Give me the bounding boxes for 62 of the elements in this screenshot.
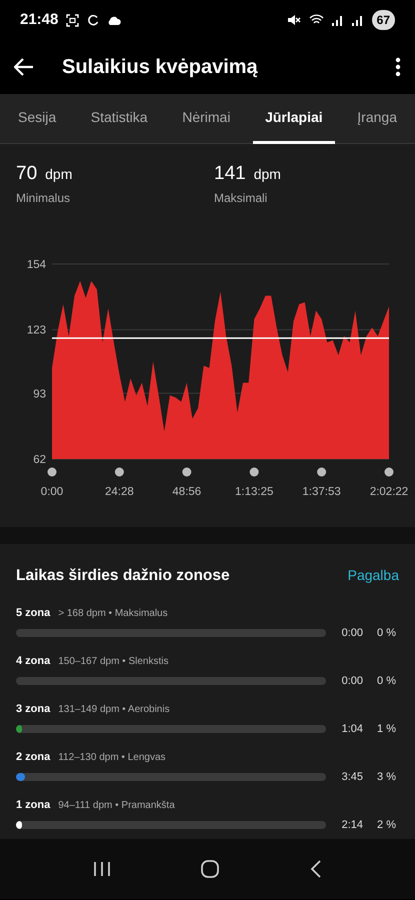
wifi-icon [308,14,324,26]
y-axis-label: 62 [33,454,46,466]
x-axis-label: 1:13:25 [235,486,274,498]
more-options-icon[interactable] [395,57,401,77]
zone-name: 4 zona [16,654,50,670]
stat-unit: dpm [45,166,72,182]
section-title: Laikas širdies dažnio zonose [16,566,230,586]
zone-percent: 2 % [376,818,396,833]
zone-percent: 0 % [376,626,396,641]
cloud-icon [107,16,122,24]
signal-icon [352,14,364,26]
zone-time: 3:45 [340,770,363,785]
back-icon[interactable] [310,860,322,878]
timeline-dot[interactable] [317,467,326,476]
zone-name: 1 zona [16,798,50,814]
signal-icon [332,14,344,26]
x-axis-label: 24:28 [105,486,134,498]
x-axis-label: 0:00 [40,486,64,498]
zone-percent: 0 % [376,674,396,689]
zone-range: 112–130 dpm • Lengvas [58,751,166,766]
zone-name: 2 zona [16,750,50,766]
help-link[interactable]: Pagalba [348,565,399,586]
zone-time: 2:14 [340,818,363,833]
x-axis-label: 1:37:53 [302,486,341,498]
zone-percent: 1 % [376,722,396,737]
stat-value: 141 [214,163,246,184]
stat-label: Maksimali [214,190,268,206]
timeline-dot[interactable] [250,467,259,476]
zone-time: 0:00 [340,626,363,641]
tab[interactable]: Nėrimai [170,94,242,144]
home-icon[interactable] [200,859,220,879]
battery-level: 67 [372,10,395,30]
x-axis-label: 48:56 [172,486,202,498]
zone-time: 0:00 [340,674,363,689]
zone-range: 131–149 dpm • Aerobinis [58,703,170,718]
zone-percent: 3 % [376,770,396,785]
tab[interactable]: Statistika [78,94,160,144]
timeline-dot[interactable] [114,467,124,476]
zone-range: 94–111 dpm • Pramankšta [58,799,175,814]
stat-unit: dpm [254,166,281,182]
timeline-dot[interactable] [384,467,394,476]
tab[interactable]: Sesija [6,94,68,144]
zone-name: 3 zona [16,702,50,718]
back-arrow-icon[interactable] [14,58,34,76]
screen-title: Sulaikius kvėpavimą [62,55,259,80]
stat-value: 70 [16,163,38,184]
zone-time: 1:04 [340,722,363,737]
mute-icon [286,14,301,26]
y-axis-label: 154 [26,258,46,270]
screenshot-icon [66,14,80,26]
stat-label: Minimalus [16,190,72,206]
x-axis-label: 2:02:22 [370,486,408,498]
status-time: 21:48 [20,10,58,30]
y-axis-label: 93 [33,388,46,400]
zone-range: 150–167 dpm • Slenkstis [58,655,168,670]
timeline-dot[interactable] [48,467,56,476]
recent-apps-icon[interactable] [92,861,111,877]
timeline-dot[interactable] [182,467,192,476]
y-axis-label: 123 [26,324,46,336]
zone-name: 5 zona [16,606,50,622]
zone-range: > 168 dpm • Maksimalus [58,607,168,622]
tab[interactable]: Įranga [345,94,409,144]
